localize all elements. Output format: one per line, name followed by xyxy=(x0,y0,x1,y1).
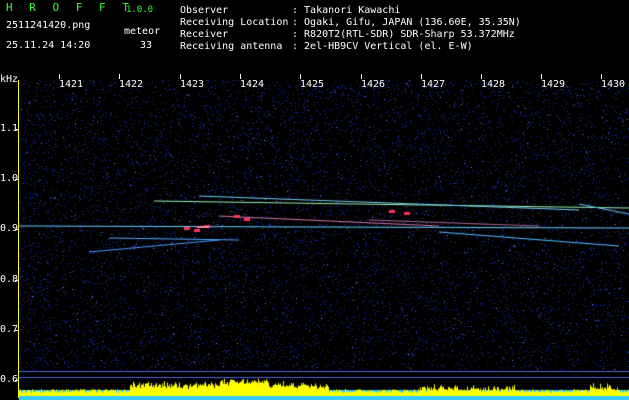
y-tick-label: 1.0 xyxy=(0,173,19,184)
info-label-antenna: Receiving antenna xyxy=(180,41,283,52)
datetime: 25.11.24 14:20 xyxy=(6,40,91,51)
x-tick-label: 1424 xyxy=(240,79,265,90)
x-tick-label: 1428 xyxy=(481,79,506,90)
y-tick-label: 0.7 xyxy=(0,324,19,335)
y-axis-line xyxy=(18,80,19,398)
x-tick-label: 1430 xyxy=(601,79,626,90)
info-value-receiver: : R820T2(RTL-SDR) SDR-Sharp 53.372MHz xyxy=(292,29,515,40)
app-name: H R O F F T xyxy=(6,1,134,14)
event-label: meteor xyxy=(124,26,161,37)
spectrogram-canvas xyxy=(19,80,629,400)
app-version: 1.0.0 xyxy=(126,5,154,15)
y-axis-unit: kHz xyxy=(0,74,19,85)
event-count: 33 xyxy=(140,40,153,51)
x-tick-label: 1422 xyxy=(119,79,144,90)
x-tick-label: 1427 xyxy=(421,79,446,90)
x-tick-label: 1423 xyxy=(180,79,205,90)
filename: 2511241420.png xyxy=(6,20,91,31)
x-tick-label: 1425 xyxy=(300,79,325,90)
x-tick-label: 1429 xyxy=(541,79,566,90)
info-value-observer: : Takanori Kawachi xyxy=(292,5,401,16)
y-tick-label: 0.6 xyxy=(0,374,19,385)
info-value-antenna: : 2el-HB9CV Vertical (el. E-W) xyxy=(292,41,473,52)
header-panel: H R O F F T 1.0.0 2511241420.png 25.11.2… xyxy=(0,0,629,74)
info-label-observer: Observer xyxy=(180,5,229,16)
y-tick-label: 1.1 xyxy=(0,123,19,134)
info-label-location: Receiving Location xyxy=(180,17,289,28)
info-value-location: : Ogaki, Gifu, JAPAN (136.60E, 35.35N) xyxy=(292,17,521,28)
y-tick-label: 0.8 xyxy=(0,274,19,285)
x-tick-label: 1421 xyxy=(59,79,84,90)
x-tick-label: 1426 xyxy=(361,79,386,90)
info-label-receiver: Receiver xyxy=(180,29,229,40)
y-tick-label: 0.9 xyxy=(0,223,19,234)
